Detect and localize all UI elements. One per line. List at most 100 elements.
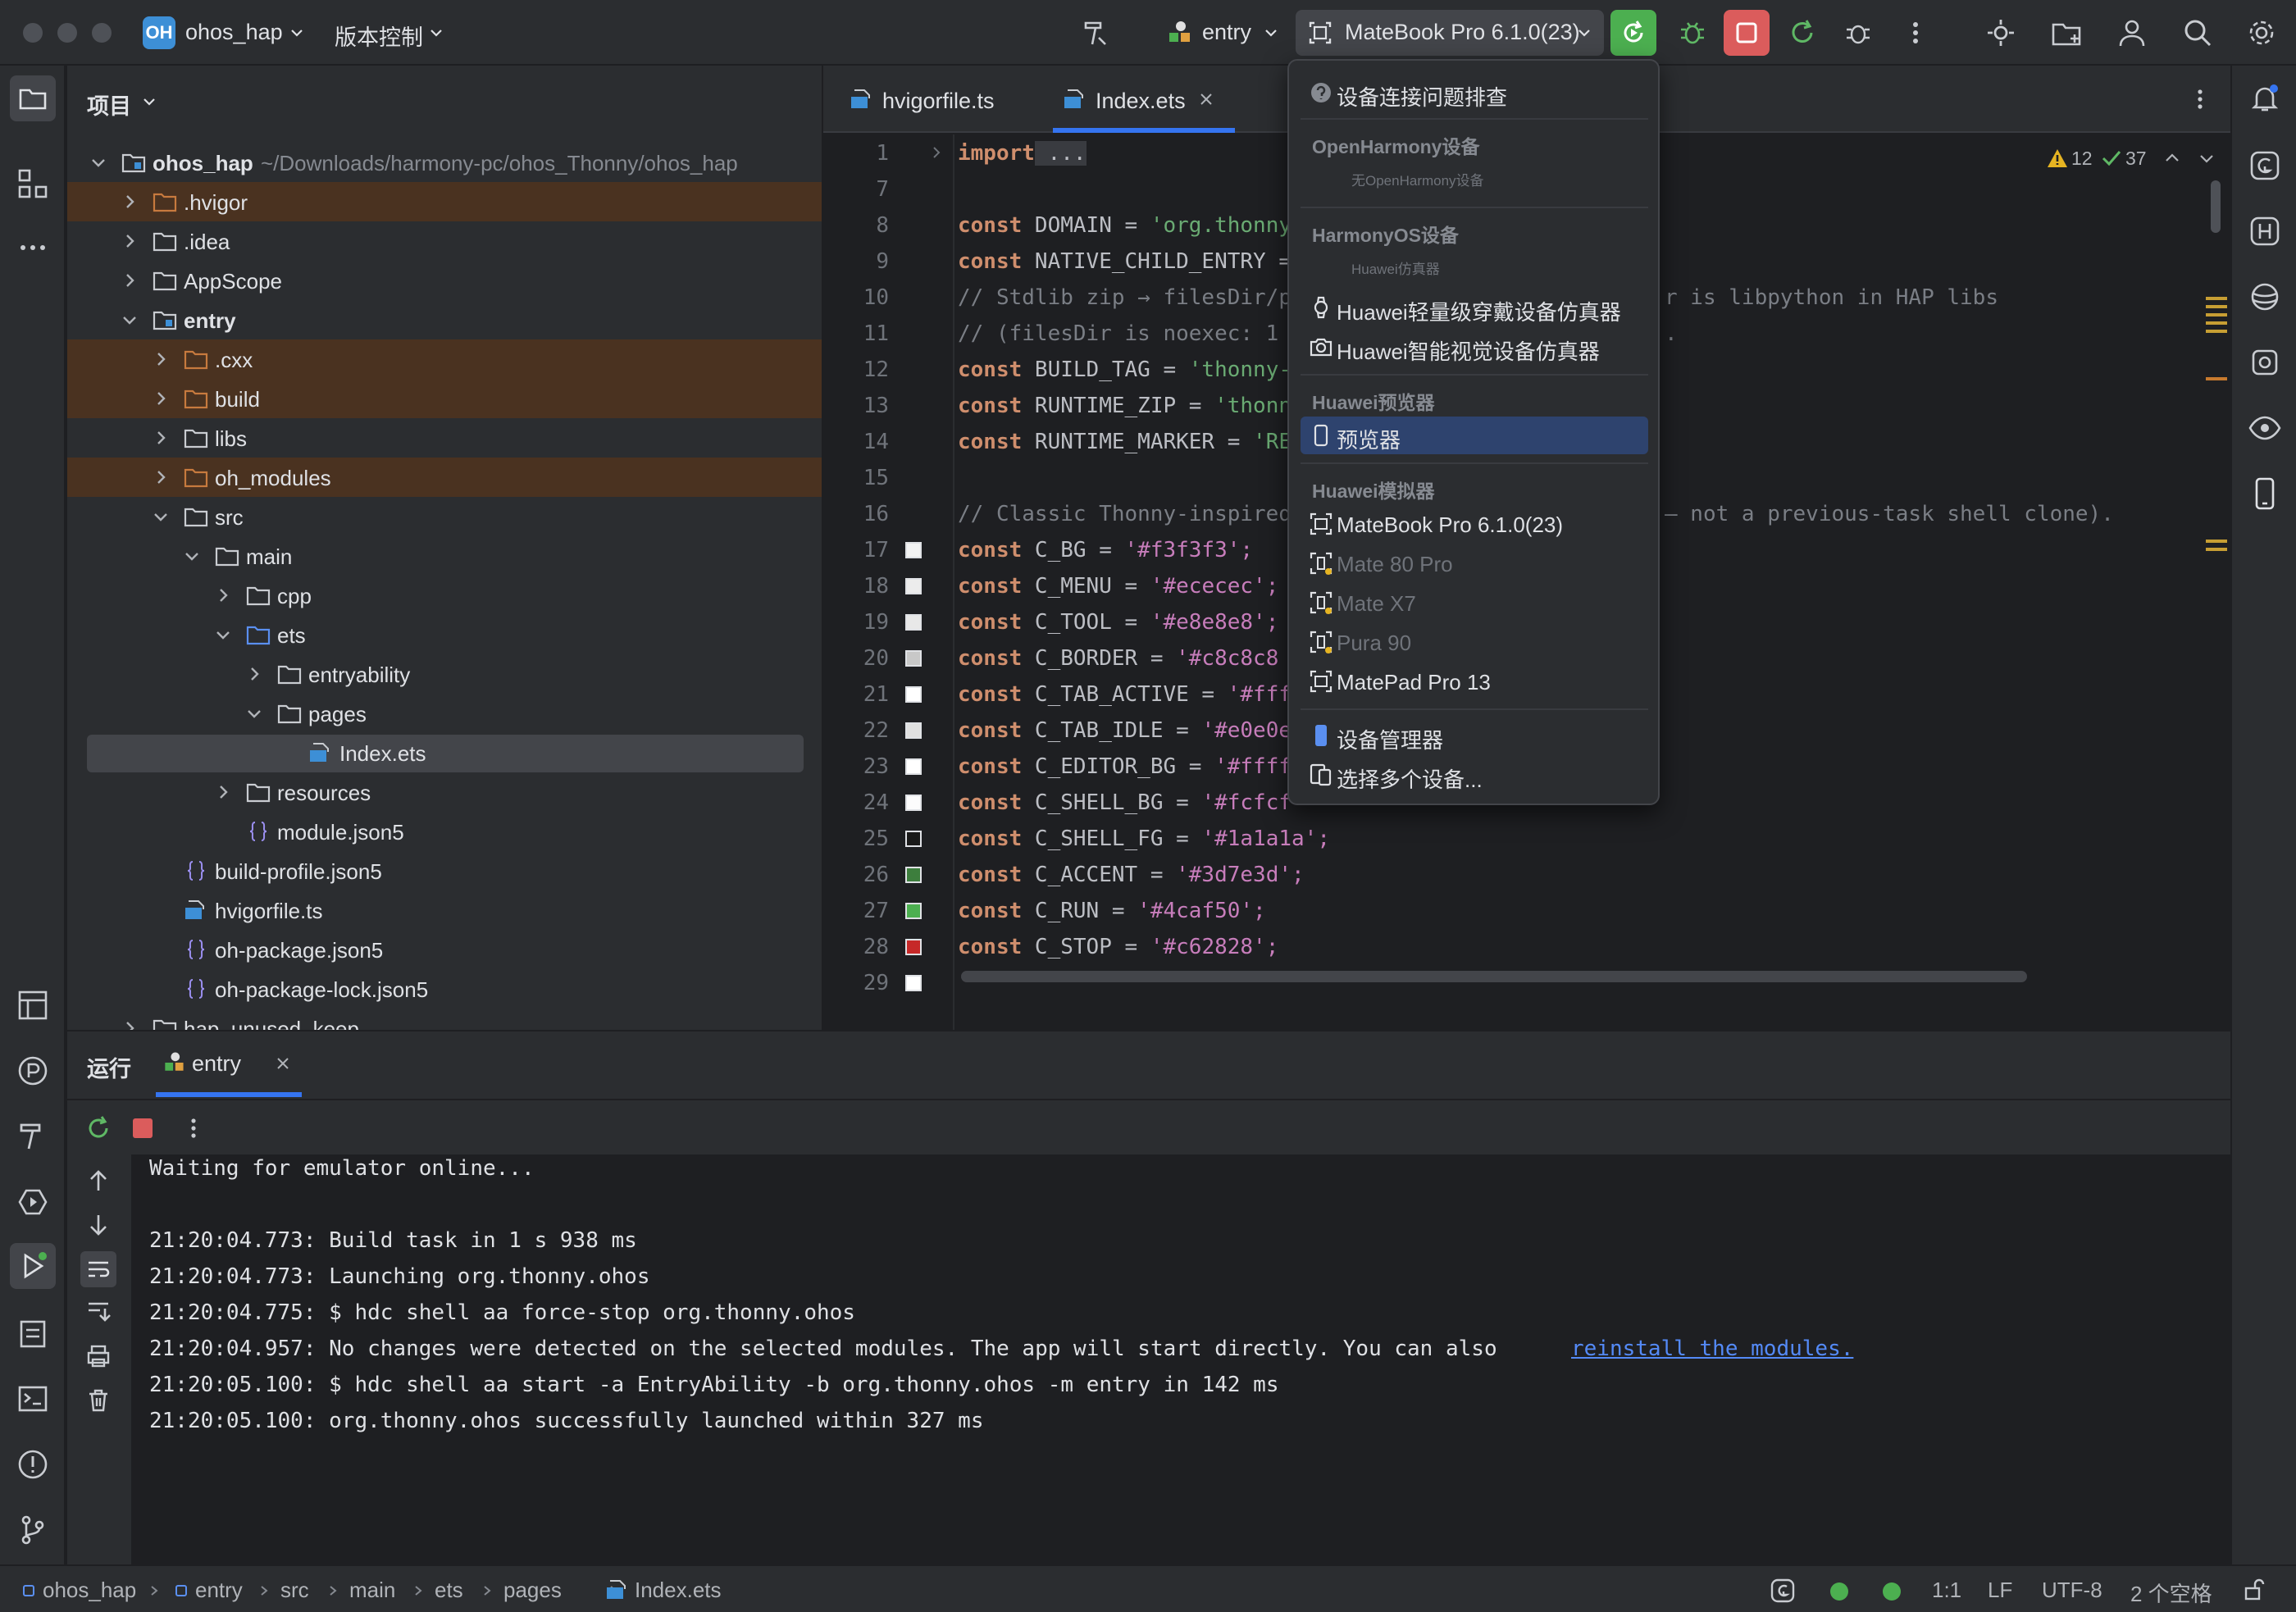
- chevron-down-icon[interactable]: [182, 546, 202, 566]
- problems-icon[interactable]: [15, 1446, 51, 1482]
- breadcrumb-item[interactable]: pages: [503, 1578, 562, 1603]
- account-icon[interactable]: [2116, 16, 2148, 49]
- color-swatch[interactable]: [905, 831, 922, 847]
- run-config-selector[interactable]: entry: [1161, 15, 1282, 51]
- chevron-right-icon[interactable]: [244, 664, 264, 684]
- status-dot-green[interactable]: [1830, 1582, 1848, 1601]
- select-multiple-item[interactable]: 选择多个设备...: [1301, 756, 1648, 794]
- tree-file[interactable]: oh-package.json5: [67, 930, 822, 969]
- chevron-right-icon[interactable]: [151, 428, 171, 448]
- color-swatch[interactable]: [905, 614, 922, 631]
- more-vertical-icon[interactable]: [1899, 16, 1932, 49]
- chevron-right-icon[interactable]: [213, 585, 233, 605]
- close-icon[interactable]: [274, 1054, 292, 1072]
- breadcrumb-item[interactable]: Index.ets: [635, 1578, 722, 1603]
- tree-folder[interactable]: .idea: [67, 221, 822, 261]
- log-icon[interactable]: [15, 1315, 51, 1351]
- color-swatch[interactable]: [905, 795, 922, 811]
- tree-file[interactable]: hvigorfile.ts: [67, 890, 822, 930]
- reinstall-modules-link[interactable]: reinstall the modules.: [1571, 1337, 1853, 1361]
- device-pura-90[interactable]: Pura 90: [1301, 623, 1648, 661]
- vertical-scrollbar[interactable]: [2211, 180, 2221, 233]
- code-line[interactable]: 27 const C_RUN = '#4caf50';: [823, 892, 2230, 928]
- codegenie-status-icon[interactable]: [1770, 1578, 1796, 1604]
- color-swatch[interactable]: [905, 975, 922, 991]
- tree-folder[interactable]: libs: [67, 418, 822, 458]
- color-swatch[interactable]: [905, 939, 922, 955]
- tree-file[interactable]: Index.ets: [67, 733, 822, 772]
- vcs-menu[interactable]: 版本控制: [335, 15, 449, 51]
- breadcrumb-item[interactable]: src: [280, 1578, 309, 1603]
- print-icon[interactable]: [85, 1343, 112, 1369]
- chevron-up-icon[interactable]: [2163, 149, 2181, 167]
- tree-file[interactable]: build-profile.json5: [67, 851, 822, 890]
- tab-index-ets[interactable]: Index.ets: [1053, 66, 1235, 133]
- color-swatch[interactable]: [905, 650, 922, 667]
- tree-folder[interactable]: main: [67, 536, 822, 576]
- harmony-icon[interactable]: [2247, 213, 2283, 249]
- fold-chevron-icon[interactable]: [928, 144, 945, 161]
- indent-setting[interactable]: 2 个空格: [2130, 1578, 2212, 1608]
- rerun-button[interactable]: [1610, 10, 1656, 56]
- tree-folder[interactable]: resources: [67, 772, 822, 812]
- chevron-right-icon[interactable]: [120, 1018, 139, 1030]
- hammer-icon[interactable]: [1079, 16, 1112, 49]
- device-manager-item[interactable]: 设备管理器: [1301, 717, 1648, 754]
- color-swatch[interactable]: [905, 542, 922, 558]
- file-encoding[interactable]: UTF-8: [2042, 1578, 2102, 1603]
- run-tab-entry[interactable]: entry: [156, 1031, 302, 1097]
- chevron-down-icon[interactable]: [2198, 149, 2216, 167]
- color-swatch[interactable]: [905, 722, 922, 739]
- stop-icon[interactable]: [130, 1115, 156, 1141]
- color-swatch[interactable]: [905, 903, 922, 919]
- tree-file[interactable]: oh-package-lock.json5: [67, 969, 822, 1009]
- tree-folder[interactable]: ets: [67, 615, 822, 654]
- soft-wrap-button[interactable]: [80, 1251, 116, 1287]
- code-line[interactable]: 26 const C_ACCENT = '#3d7e3d';: [823, 856, 2230, 892]
- color-swatch[interactable]: [905, 686, 922, 703]
- tree-folder[interactable]: oh_modules: [67, 458, 822, 497]
- tree-folder[interactable]: pages: [67, 694, 822, 733]
- console-output[interactable]: Waiting for emulator online... 21:20:04.7…: [131, 1154, 2230, 1564]
- tree-folder[interactable]: entryability: [67, 654, 822, 694]
- terminal-icon[interactable]: [15, 1381, 51, 1417]
- tree-folder[interactable]: entry: [67, 300, 822, 339]
- scroll-to-end-icon[interactable]: [85, 1299, 112, 1325]
- tree-folder[interactable]: build: [67, 379, 822, 418]
- layout-icon[interactable]: [15, 987, 51, 1023]
- debug-icon[interactable]: [1676, 16, 1709, 49]
- notifications-button[interactable]: [2244, 77, 2286, 120]
- run-tool-button[interactable]: [10, 1243, 56, 1289]
- chevron-right-icon[interactable]: [120, 271, 139, 290]
- device-selector[interactable]: MateBook Pro 6.1.0(23): [1296, 10, 1604, 56]
- window-zoom-button[interactable]: [92, 23, 112, 43]
- project-selector[interactable]: OH ohos_hap: [143, 15, 307, 51]
- chevron-right-icon[interactable]: [151, 349, 171, 369]
- horizontal-scrollbar[interactable]: [961, 971, 2027, 982]
- apply-changes-icon[interactable]: [1786, 16, 1819, 49]
- git-icon[interactable]: [15, 1512, 51, 1548]
- build-icon[interactable]: [15, 1118, 51, 1154]
- device-wearable-sim[interactable]: Huawei轻量级穿戴设备仿真器: [1301, 289, 1648, 326]
- breadcrumb-item[interactable]: ohos_hap: [43, 1578, 136, 1603]
- services-icon[interactable]: [15, 1184, 51, 1220]
- eye-icon[interactable]: [2247, 410, 2283, 446]
- status-dot-green[interactable]: [1883, 1582, 1901, 1601]
- breadcrumb-item[interactable]: entry: [195, 1578, 243, 1603]
- profiler-icon[interactable]: [15, 1053, 51, 1089]
- more-vertical-icon[interactable]: [2186, 85, 2214, 113]
- breadcrumb-item[interactable]: main: [349, 1578, 395, 1603]
- device-manager-icon[interactable]: [2247, 476, 2283, 512]
- tree-folder[interactable]: .hvigor: [67, 182, 822, 221]
- attach-debugger-icon[interactable]: [1842, 16, 1875, 49]
- app-inspector-icon[interactable]: [2247, 344, 2283, 380]
- chevron-right-icon[interactable]: [151, 467, 171, 487]
- folder-sync-icon[interactable]: [2050, 16, 2083, 49]
- rerun-icon[interactable]: [84, 1113, 113, 1143]
- troubleshoot-item[interactable]: 设备连接问题排查: [1301, 74, 1648, 112]
- scroll-down-icon[interactable]: [85, 1212, 112, 1238]
- tree-folder[interactable]: AppScope: [67, 261, 822, 300]
- device-matepad-pro[interactable]: MatePad Pro 13: [1301, 663, 1648, 700]
- tree-file[interactable]: module.json5: [67, 812, 822, 851]
- structure-icon[interactable]: [15, 166, 51, 202]
